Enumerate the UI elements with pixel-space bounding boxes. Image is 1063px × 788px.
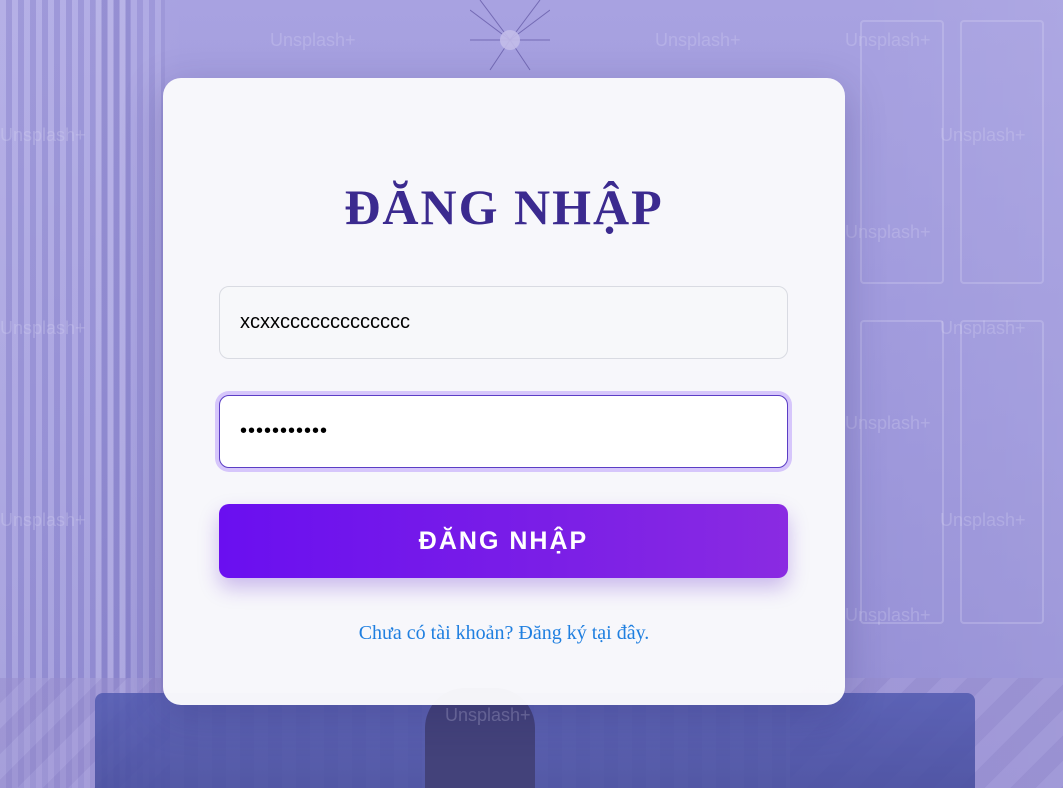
username-input[interactable]: [220, 287, 787, 358]
register-link[interactable]: Chưa có tài khoản? Đăng ký tại đây.: [163, 622, 845, 645]
username-field[interactable]: [219, 286, 788, 359]
page-title: ĐĂNG NHẬP: [344, 179, 664, 235]
password-input[interactable]: [220, 396, 787, 467]
password-field[interactable]: [219, 395, 788, 468]
login-card: ĐĂNG NHẬP ĐĂNG NHẬP Chưa có tài khoản? Đ…: [163, 78, 845, 705]
login-button[interactable]: ĐĂNG NHẬP: [219, 504, 788, 578]
